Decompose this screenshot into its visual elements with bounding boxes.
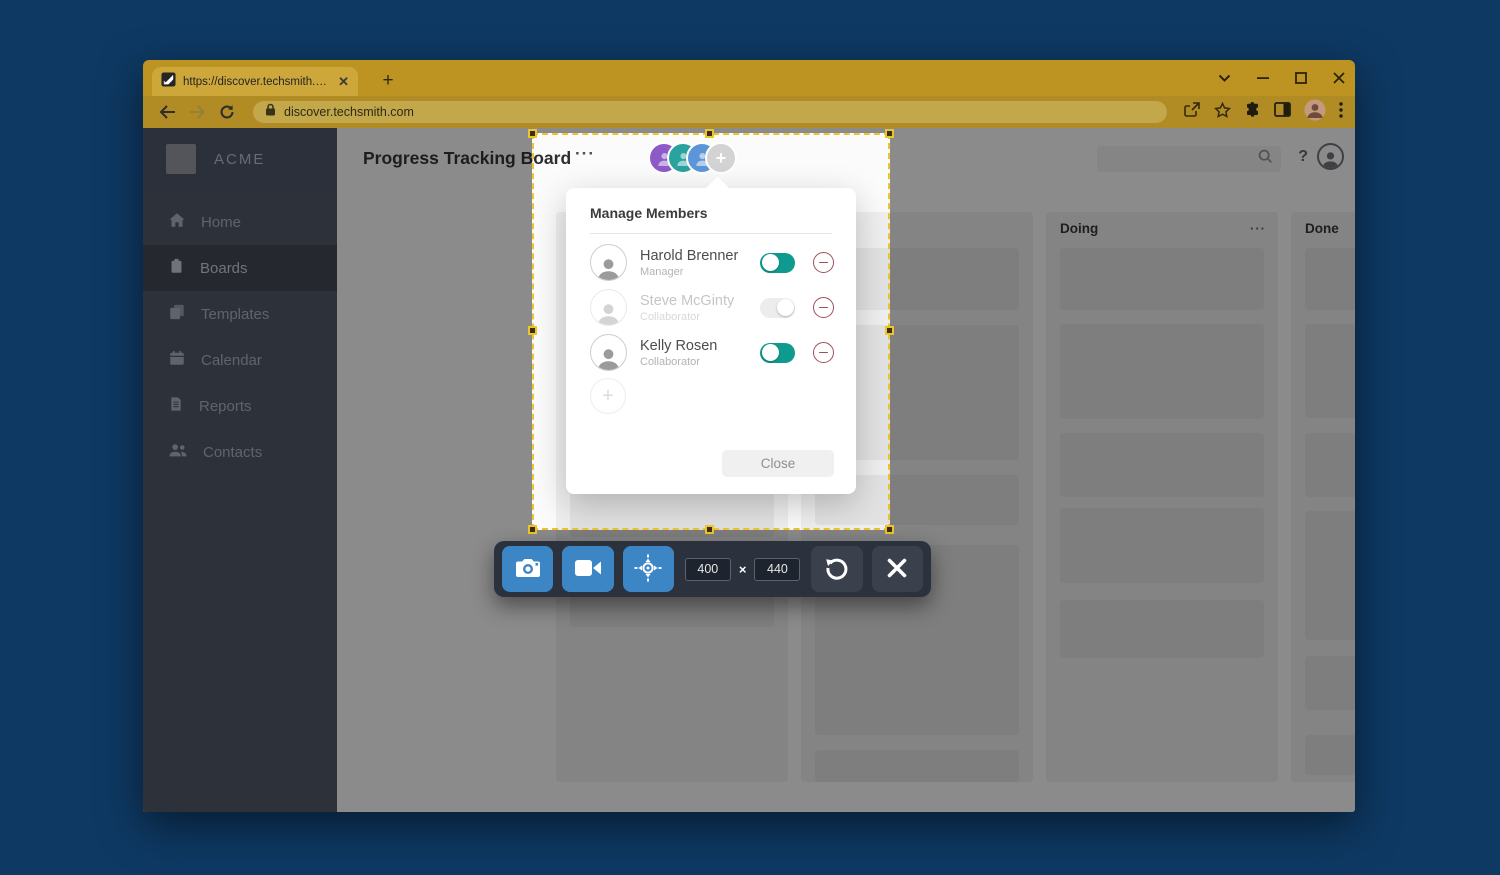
capture-height-input[interactable] [754, 557, 801, 581]
home-icon [168, 211, 186, 234]
calendar-icon [168, 349, 186, 372]
video-camera-icon [574, 558, 602, 581]
back-button[interactable] [155, 100, 179, 124]
site-favicon-icon [161, 71, 176, 92]
sidebar-item-reports[interactable]: Reports [143, 383, 337, 429]
kebab-menu-icon[interactable] [1339, 101, 1343, 123]
sidebar-nav: Home Boards Templates Calendar Reports C… [143, 190, 337, 475]
profile-avatar[interactable] [1304, 99, 1326, 126]
column-menu-icon[interactable]: ··· [1250, 221, 1266, 236]
boards-icon [168, 257, 185, 280]
selection-handle-nw[interactable] [528, 129, 537, 138]
selection-handle-w[interactable] [528, 325, 537, 335]
image-capture-button[interactable] [502, 546, 554, 592]
tab-title: https://discover.techsmith.com [183, 75, 332, 88]
url-bar[interactable]: discover.techsmith.com [253, 101, 1167, 123]
sidebar-item-label: Boards [200, 259, 248, 277]
board-card-placeholder[interactable] [1060, 508, 1264, 583]
column-title: Doing [1060, 221, 1099, 236]
capture-size-controls: × [684, 557, 801, 581]
bookmark-star-icon[interactable] [1213, 101, 1232, 123]
sidebar-item-boards[interactable]: Boards [143, 245, 337, 291]
dimension-separator: × [738, 561, 747, 577]
tab-search-chevron-icon[interactable] [1218, 74, 1231, 82]
selection-handle-se[interactable] [885, 525, 894, 534]
templates-icon [168, 303, 186, 326]
board-card-placeholder[interactable] [1305, 324, 1355, 418]
board-card-placeholder[interactable] [1060, 324, 1264, 419]
video-capture-button[interactable] [562, 546, 614, 592]
brand-name: ACME [214, 150, 266, 168]
search-input[interactable] [1097, 146, 1281, 172]
capture-width-input[interactable] [684, 557, 731, 581]
sidebar-item-label: Calendar [201, 351, 262, 369]
crosshair-region-icon [633, 553, 663, 586]
board-card-placeholder[interactable] [1060, 600, 1264, 658]
close-window-button[interactable] [1333, 72, 1345, 84]
board-card-placeholder[interactable] [1060, 433, 1264, 497]
selection-handle-n[interactable] [705, 129, 714, 138]
selection-handle-e[interactable] [885, 325, 894, 335]
extensions-puzzle-icon[interactable] [1244, 101, 1261, 123]
sidebar-item-contacts[interactable]: Contacts [143, 429, 337, 475]
refresh-button[interactable] [215, 100, 239, 124]
board-column-done: Done ··· [1291, 212, 1355, 782]
browser-tab[interactable]: https://discover.techsmith.com ✕ [152, 67, 358, 96]
lock-icon [265, 103, 276, 121]
sidebar-item-label: Templates [201, 305, 270, 323]
share-icon[interactable] [1183, 101, 1201, 123]
selection-handle-sw[interactable] [528, 525, 537, 534]
capture-selection-region[interactable] [528, 129, 894, 534]
board-column-doing: Doing ··· [1046, 212, 1278, 782]
url-text: discover.techsmith.com [284, 105, 414, 119]
sidebar-item-label: Reports [199, 397, 252, 415]
camera-icon [514, 556, 542, 583]
reports-icon [168, 395, 184, 418]
cancel-capture-button[interactable] [871, 546, 923, 592]
selection-handle-ne[interactable] [885, 129, 894, 138]
app-sidebar: ACME Home Boards Templates Calendar Repo… [143, 128, 337, 812]
minimize-button[interactable] [1257, 72, 1269, 84]
sidebar-item-label: Contacts [203, 443, 263, 461]
user-avatar[interactable] [1317, 143, 1344, 170]
tab-close-icon[interactable]: ✕ [338, 75, 349, 88]
restart-icon [824, 555, 850, 584]
side-panel-icon[interactable] [1274, 102, 1291, 122]
brand-header: ACME [143, 128, 337, 190]
column-title: Done [1305, 221, 1339, 236]
board-card-placeholder[interactable] [1305, 248, 1355, 310]
board-card-placeholder[interactable] [815, 750, 1019, 782]
search-icon [1258, 149, 1273, 169]
browser-toolbar: discover.techsmith.com [143, 96, 1355, 128]
restart-selection-button[interactable] [811, 546, 863, 592]
help-button[interactable]: ? [1298, 148, 1308, 166]
selection-handle-s[interactable] [705, 525, 714, 534]
capture-toolbar: × [494, 541, 931, 597]
board-card-placeholder[interactable] [1060, 248, 1264, 310]
browser-tab-strip: https://discover.techsmith.com ✕ + [143, 60, 1355, 96]
sidebar-item-label: Home [201, 213, 242, 231]
region-select-button[interactable] [622, 546, 674, 592]
sidebar-item-calendar[interactable]: Calendar [143, 337, 337, 383]
new-tab-button[interactable]: + [375, 68, 401, 94]
board-card-placeholder[interactable] [1305, 656, 1355, 710]
board-card-placeholder[interactable] [1305, 735, 1355, 775]
sidebar-item-home[interactable]: Home [143, 199, 337, 245]
board-card-placeholder[interactable] [1305, 511, 1355, 640]
board-card-placeholder[interactable] [1305, 433, 1355, 497]
forward-button[interactable] [185, 100, 209, 124]
sidebar-item-templates[interactable]: Templates [143, 291, 337, 337]
contacts-icon [168, 442, 188, 463]
brand-logo [166, 144, 196, 174]
maximize-button[interactable] [1295, 72, 1307, 84]
close-icon [887, 558, 907, 581]
